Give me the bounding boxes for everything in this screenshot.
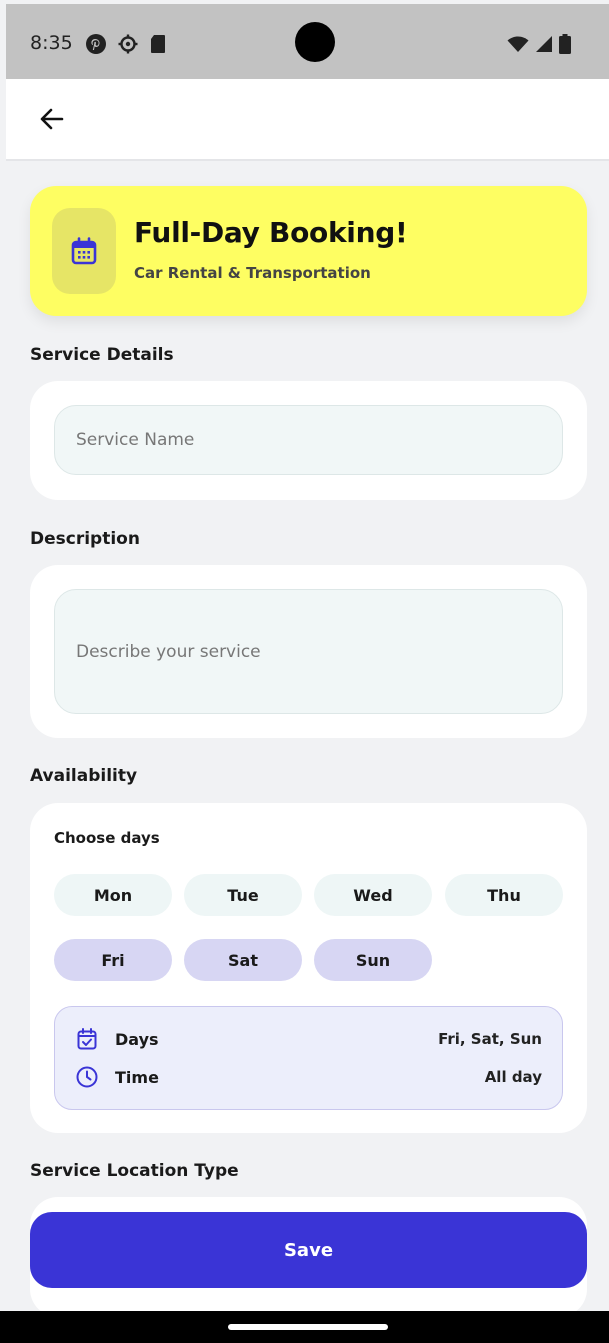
day-label: Wed <box>353 885 393 905</box>
location-type-label: Service Location Type <box>30 1161 239 1181</box>
day-label: Sat <box>228 950 258 970</box>
wifi-icon <box>507 35 529 57</box>
status-bar: 8:35 <box>6 4 609 79</box>
day-chip-wed[interactable]: Wed <box>314 874 432 916</box>
service-name-input[interactable]: Service Name <box>54 405 563 475</box>
status-icons-right <box>507 34 571 58</box>
sd-card-icon <box>150 34 166 58</box>
day-label: Sun <box>355 950 391 970</box>
app-bar <box>6 79 609 161</box>
save-button-label: Save <box>283 1239 334 1261</box>
service-details-card: Service Name <box>30 381 587 500</box>
day-label: Tue <box>227 885 259 905</box>
clock-icon <box>75 1065 99 1089</box>
availability-card: Choose days Mon Tue Wed Thu Fri Sat Sun … <box>30 803 587 1133</box>
day-chip-sat[interactable]: Sat <box>184 939 302 981</box>
status-icons-left <box>86 34 166 58</box>
description-label: Description <box>30 529 140 549</box>
save-button[interactable]: Save <box>30 1212 587 1288</box>
camera-cutout <box>295 22 335 62</box>
day-chip-fri[interactable]: Fri <box>54 939 172 981</box>
arrow-left-icon <box>40 108 64 130</box>
choose-days-label: Choose days <box>54 829 160 847</box>
settings-icon <box>118 34 138 58</box>
summary-days-value: Fri, Sat, Sun <box>438 1030 542 1048</box>
day-label: Fri <box>101 950 125 970</box>
description-placeholder: Describe your service <box>76 641 261 662</box>
calendar-check-icon <box>75 1027 99 1051</box>
battery-icon <box>559 34 571 58</box>
service-details-label: Service Details <box>30 345 174 365</box>
back-button[interactable] <box>36 103 68 135</box>
day-chip-sun[interactable]: Sun <box>314 939 432 981</box>
availability-summary: Days Fri, Sat, Sun Time All day <box>54 1006 563 1110</box>
service-name-placeholder: Service Name <box>76 430 195 450</box>
form-content[interactable]: Full-Day Booking! Car Rental & Transport… <box>6 161 609 1311</box>
home-indicator[interactable] <box>228 1324 388 1330</box>
summary-time-label: Time <box>115 1067 159 1087</box>
summary-days-row: Days Fri, Sat, Sun <box>75 1026 542 1052</box>
description-input[interactable]: Describe your service <box>54 589 563 714</box>
summary-time-value: All day <box>484 1068 542 1086</box>
hero-icon-box <box>52 208 116 294</box>
availability-label: Availability <box>30 766 138 786</box>
booking-hero-card: Full-Day Booking! Car Rental & Transport… <box>30 186 587 316</box>
hero-subtitle: Car Rental & Transportation <box>134 264 371 282</box>
pinterest-icon <box>86 34 106 58</box>
summary-time-row: Time All day <box>75 1064 542 1090</box>
day-label: Thu <box>487 885 521 905</box>
day-chip-thu[interactable]: Thu <box>445 874 563 916</box>
day-chip-tue[interactable]: Tue <box>184 874 302 916</box>
system-nav-bar <box>0 1311 609 1343</box>
description-card: Describe your service <box>30 565 587 738</box>
summary-days-label: Days <box>115 1029 159 1049</box>
hero-title: Full-Day Booking! <box>134 216 408 249</box>
day-label: Mon <box>93 885 133 905</box>
signal-icon <box>535 35 553 57</box>
status-time: 8:35 <box>30 32 73 54</box>
day-chip-mon[interactable]: Mon <box>54 874 172 916</box>
calendar-icon <box>71 237 97 265</box>
